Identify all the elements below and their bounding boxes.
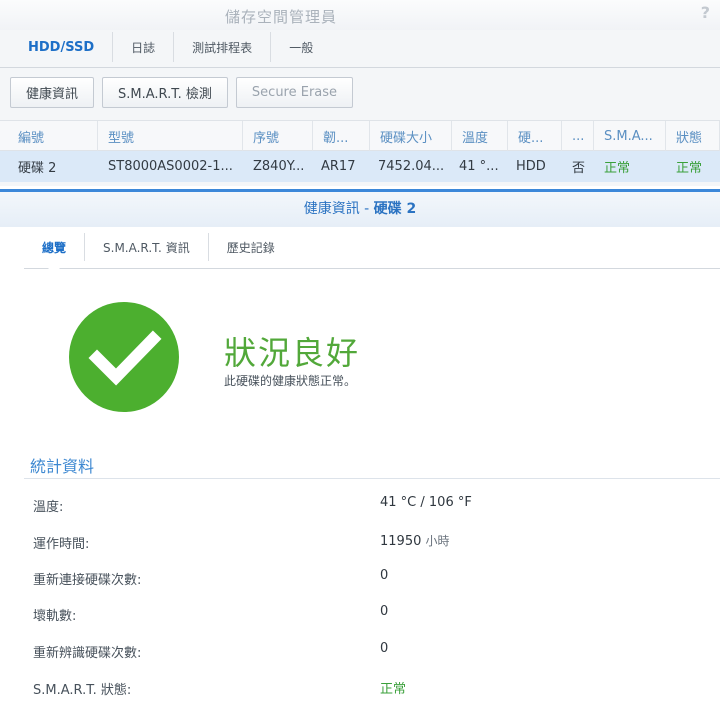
disk-table-header: 編號 型號 序號 韌... 硬碟大小 溫度 硬... ... S.M.A... … — [0, 120, 720, 152]
tab-log[interactable]: 日誌 — [113, 32, 175, 62]
health-tabs: 總覽 S.M.A.R.T. 資訊 歷史記錄 — [24, 233, 293, 263]
stat-label: 壞軌數: — [33, 609, 77, 624]
cell-firmware: AR17 — [321, 159, 356, 174]
column-header-serial[interactable]: 序號 — [245, 121, 313, 152]
stat-value: 11950 小時 — [380, 534, 450, 549]
column-header-more[interactable]: ... — [564, 121, 594, 152]
checkmark-icon — [88, 330, 162, 386]
stat-value: 正常 — [380, 682, 407, 697]
secure-erase-button[interactable]: Secure Erase — [235, 77, 354, 108]
column-header-smart[interactable]: S.M.A... — [596, 121, 666, 152]
stat-row-temperature: 溫度: 41 °C / 106 °F — [0, 490, 720, 518]
panel-title: 健康資訊 - 硬碟 2 — [0, 192, 720, 227]
column-header-temperature[interactable]: 溫度 — [454, 121, 508, 152]
status-ok-icon — [69, 302, 179, 412]
column-header-type[interactable]: 硬... — [510, 121, 562, 152]
health-info-button[interactable]: 健康資訊 — [10, 77, 95, 108]
stat-label: 溫度: — [33, 500, 64, 515]
main-tabs: HDD/SSD 日誌 測試排程表 一般 — [10, 32, 331, 66]
tab-test-schedule[interactable]: 測試排程表 — [174, 32, 272, 62]
column-header-size[interactable]: 硬碟大小 — [372, 121, 452, 152]
column-header-status[interactable]: 狀態 — [668, 121, 720, 152]
stat-label: 運作時間: — [33, 537, 90, 552]
tab-smart-info[interactable]: S.M.A.R.T. 資訊 — [85, 233, 209, 261]
stat-row-reconnect-count: 重新連接硬碟次數: 0 — [0, 563, 720, 591]
table-row[interactable]: 硬碟 2 ST8000AS0002-1... Z840Y... AR17 745… — [0, 151, 720, 182]
panel-title-disk: 硬碟 2 — [373, 201, 417, 217]
smart-test-button[interactable]: S.M.A.R.T. 檢測 — [102, 77, 228, 108]
cell-type: HDD — [516, 159, 546, 174]
column-header-firmware[interactable]: 韌... — [315, 121, 370, 152]
status-description: 此硬碟的健康狀態正常。 — [224, 374, 357, 388]
stat-row-uptime: 運作時間: 11950 小時 — [0, 527, 720, 555]
cell-number: 硬碟 2 — [18, 161, 57, 176]
health-tabs-divider — [24, 268, 720, 269]
stat-value: 0 — [380, 568, 389, 583]
status-heading: 狀況良好 — [224, 334, 361, 372]
storage-manager-window: 儲存空間管理員 ? HDD/SSD 日誌 測試排程表 一般 健康資訊 S.M.A… — [0, 0, 720, 186]
cell-status: 正常 — [676, 161, 703, 176]
stats-section-title: 統計資料 — [30, 457, 95, 476]
cell-smart-status: 正常 — [604, 161, 631, 176]
stat-row-bad-sectors: 壞軌數: 0 — [0, 599, 720, 627]
cell-temperature: 41 °... — [459, 159, 499, 174]
column-header-model[interactable]: 型號 — [100, 121, 243, 152]
stat-label: S.M.A.R.T. 狀態: — [33, 683, 132, 698]
tab-general[interactable]: 一般 — [271, 32, 331, 62]
stat-value: 0 — [380, 641, 389, 656]
tabs-divider — [0, 67, 720, 68]
panel-title-prefix: 健康資訊 - — [303, 201, 374, 217]
stat-value: 41 °C / 106 °F — [380, 495, 472, 510]
cell-serial: Z840Y... — [253, 159, 305, 174]
tab-history[interactable]: 歷史記錄 — [209, 233, 293, 261]
window-title: 儲存空間管理員 — [225, 8, 338, 26]
cell-more: 否 — [572, 161, 586, 176]
stat-value: 0 — [380, 604, 389, 619]
cell-model: ST8000AS0002-1... — [108, 159, 233, 174]
stat-row-reidentify-count: 重新辨識硬碟次數: 0 — [0, 636, 720, 664]
health-info-panel: 健康資訊 - 硬碟 2 總覽 S.M.A.R.T. 資訊 歷史記錄 狀況良好 此… — [0, 189, 720, 707]
toolbar: 健康資訊 S.M.A.R.T. 檢測 Secure Erase — [10, 77, 354, 108]
title-bar: 儲存空間管理員 ? — [0, 0, 720, 30]
tab-hdd-ssd[interactable]: HDD/SSD — [10, 32, 114, 62]
stat-label: 重新連接硬碟次數: — [33, 573, 142, 588]
stat-unit: 小時 — [425, 534, 450, 548]
stat-row-smart-status: S.M.A.R.T. 狀態: 正常 — [0, 673, 720, 701]
column-header-number[interactable]: 編號 — [10, 121, 98, 152]
cell-size: 7452.04... — [378, 159, 445, 174]
stats-section-divider — [24, 478, 720, 479]
tab-overview[interactable]: 總覽 — [24, 233, 86, 261]
stat-label: 重新辨識硬碟次數: — [33, 646, 142, 661]
help-icon[interactable]: ? — [701, 3, 710, 22]
